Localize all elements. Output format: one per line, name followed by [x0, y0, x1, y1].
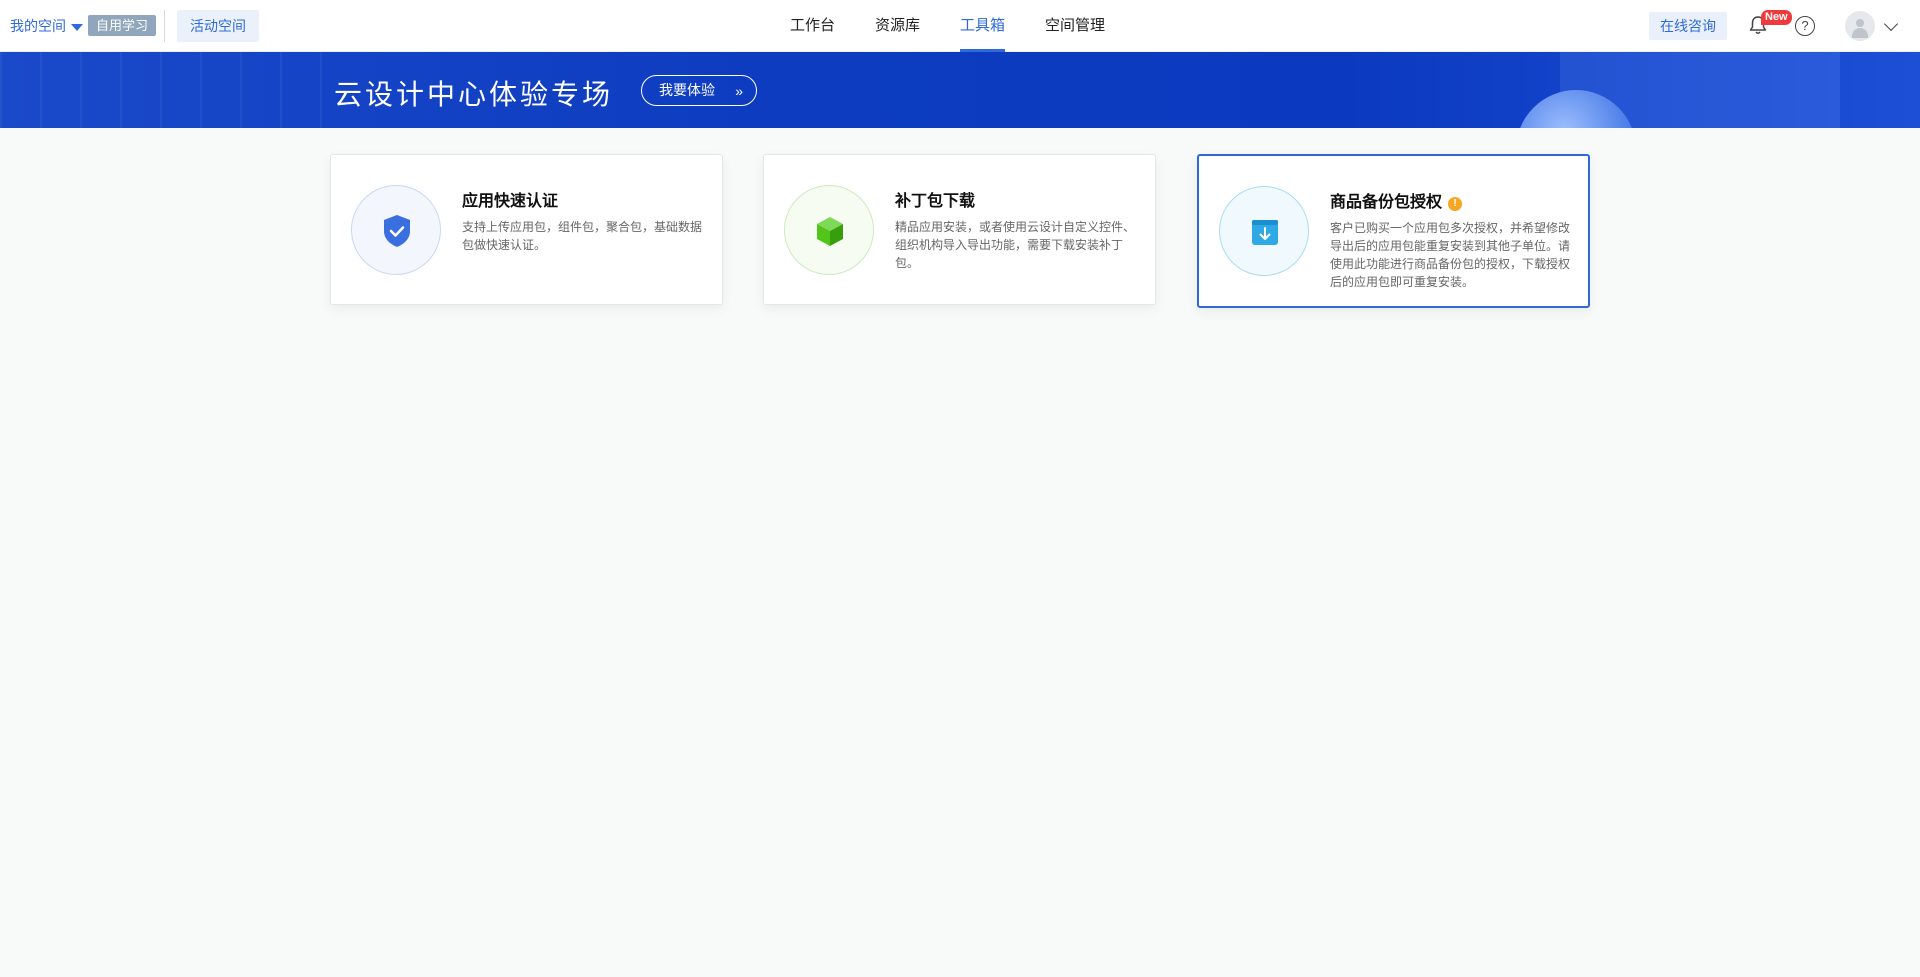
tool-card-app-certification[interactable]: 应用快速认证 支持上传应用包，组件包，聚合包，基础数据包做快速认证。 [330, 154, 723, 305]
try-now-label: 我要体验 [659, 82, 715, 98]
card-description: 客户已购买一个应用包多次授权，并希望修改导出后的应用包能重复安装到其他子单位。请… [1330, 221, 1571, 289]
main-nav: 工作台 资源库 工具箱 空间管理 [790, 0, 1145, 52]
promo-banner: 云设计中心体验专场 我要体验 » [0, 52, 1920, 128]
nav-space-management[interactable]: 空间管理 [1045, 0, 1105, 52]
icon-circle [1219, 186, 1309, 276]
online-consult-button[interactable]: 在线咨询 [1649, 12, 1727, 40]
card-description: 支持上传应用包，组件包，聚合包，基础数据包做快速认证。 [462, 220, 703, 252]
cube-icon [817, 217, 843, 246]
icon-circle [351, 185, 441, 275]
top-bar: 我的空间 自用学习 活动空间 工作台 资源库 工具箱 空间管理 在线咨询 New… [0, 0, 1920, 52]
card-description: 精品应用安装，或者使用云设计自定义控件、组织机构导入导出功能，需要下载安装补丁包… [895, 220, 1136, 270]
tool-card-backup-authorization[interactable]: 商品备份包授权! 客户已购买一个应用包多次授权，并希望修改导出后的应用包能重复安… [1197, 154, 1590, 308]
double-chevron-right-icon: » [735, 83, 743, 99]
chevron-down-icon[interactable] [1883, 16, 1899, 32]
space-switcher[interactable]: 我的空间 [10, 16, 83, 36]
activity-space-button[interactable]: 活动空间 [177, 10, 259, 42]
icon-circle [784, 185, 874, 275]
help-icon[interactable]: ? [1795, 16, 1815, 36]
avatar-body [1852, 28, 1868, 38]
caret-down-icon [71, 23, 83, 31]
nav-resource-library[interactable]: 资源库 [875, 0, 920, 52]
warning-icon[interactable]: ! [1448, 197, 1463, 211]
avatar-head [1856, 19, 1864, 27]
box-download-icon [1252, 220, 1278, 245]
space-tag: 自用学习 [88, 15, 157, 36]
tool-card-patch-download[interactable]: 补丁包下载 精品应用安装，或者使用云设计自定义控件、组织机构导入导出功能，需要下… [763, 154, 1156, 305]
banner-title: 云设计中心体验专场 [334, 79, 614, 110]
banner-decoration [0, 52, 330, 128]
space-switcher-label: 我的空间 [10, 18, 66, 34]
header-divider [164, 10, 165, 42]
card-title: 应用快速认证 [462, 193, 559, 210]
card-title-text: 商品备份包授权 [1330, 194, 1443, 211]
nav-workbench[interactable]: 工作台 [790, 0, 835, 52]
shield-check-icon [384, 215, 410, 247]
try-now-button[interactable]: 我要体验 » [641, 75, 757, 106]
card-title: 补丁包下载 [895, 193, 976, 210]
notification-new-badge: New [1761, 10, 1792, 25]
nav-toolbox[interactable]: 工具箱 [960, 0, 1006, 52]
avatar[interactable] [1845, 11, 1875, 41]
card-title: 商品备份包授权! [1330, 188, 1463, 212]
